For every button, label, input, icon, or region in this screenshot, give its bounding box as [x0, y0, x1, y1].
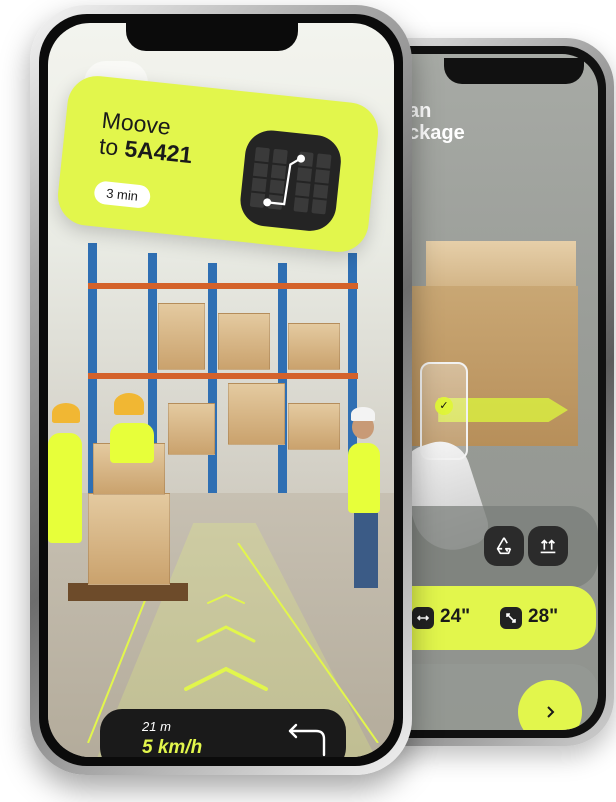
scan-title-line-2: ckage	[408, 122, 465, 144]
this-side-up-icon[interactable]	[528, 526, 568, 566]
location-code: 5A421	[123, 135, 194, 169]
route-title-prefix: to	[97, 132, 120, 161]
front-phone-notch	[126, 23, 298, 51]
distance-readout: 21 m	[142, 719, 171, 734]
package-box-top	[426, 241, 576, 289]
ar-camera-view: Moove to 5A421 3 min 21 m 5 km/h	[48, 23, 394, 757]
route-map-icon	[237, 127, 344, 234]
hard-hat	[351, 407, 375, 421]
eta-badge: 3 min	[93, 180, 152, 210]
horizontal-arrows-icon	[412, 607, 434, 629]
worker-legs	[354, 513, 378, 588]
check-icon: ✓	[435, 397, 453, 415]
route-destination: to 5A421	[98, 133, 194, 170]
worker	[348, 443, 380, 513]
scanning-phone: ✓	[420, 362, 468, 460]
worker	[110, 423, 154, 463]
worker	[48, 433, 82, 543]
navigation-bar: 21 m 5 km/h	[100, 709, 346, 757]
hard-hat	[114, 393, 144, 415]
chevron-right-icon	[547, 706, 555, 718]
recycle-icon[interactable]	[484, 526, 524, 566]
hard-hat	[52, 403, 80, 423]
cardboard-box	[88, 493, 170, 585]
back-phone-notch	[444, 58, 584, 84]
diagonal-arrows-icon	[500, 607, 522, 629]
pallet	[68, 583, 188, 601]
turn-left-icon	[288, 723, 326, 757]
front-phone-device: Moove to 5A421 3 min 21 m 5 km/h	[30, 5, 412, 775]
dimension-depth: 28"	[528, 606, 559, 627]
dimension-width: 24"	[440, 606, 471, 627]
speed-readout: 5 km/h	[142, 737, 203, 757]
